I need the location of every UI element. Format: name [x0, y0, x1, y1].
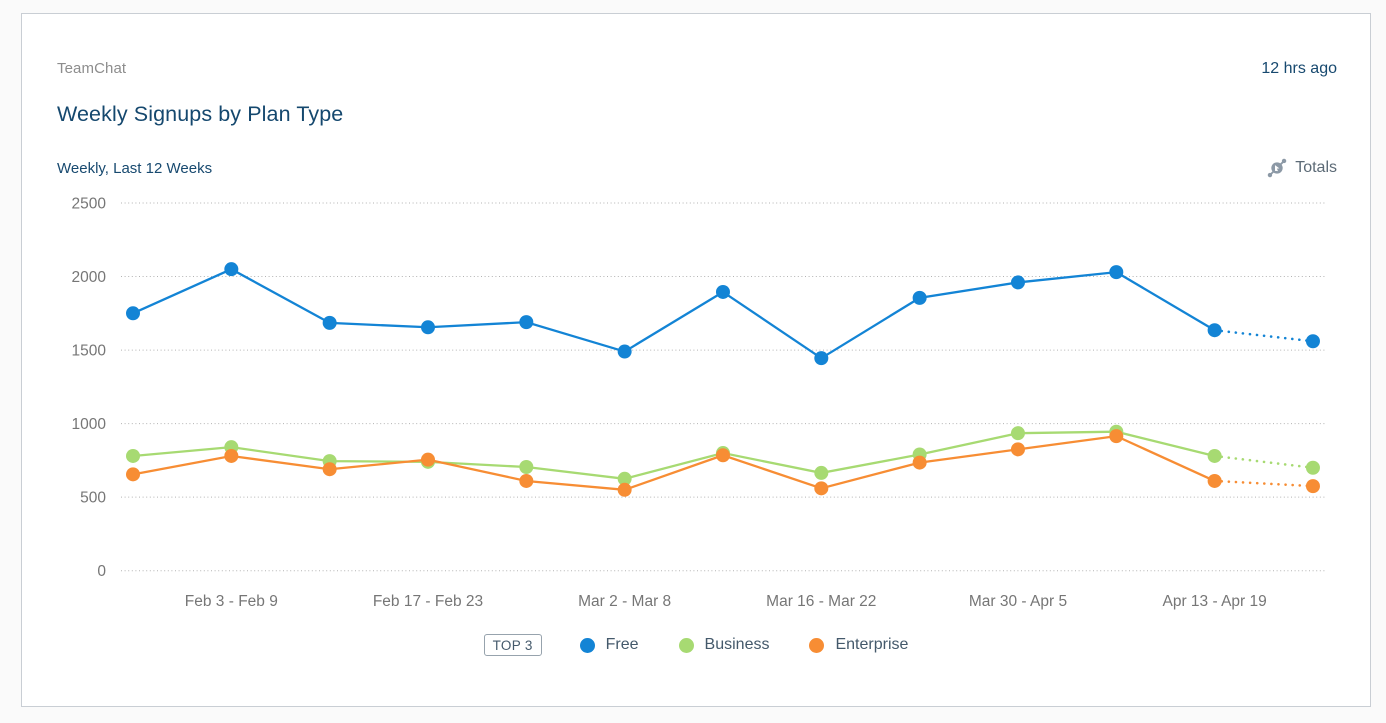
top3-badge: TOP 3 [484, 634, 542, 656]
data-point-business[interactable] [519, 460, 533, 474]
data-point-business[interactable] [1306, 461, 1320, 475]
legend-item-free[interactable]: Free [580, 636, 639, 654]
y-axis-tick-label: 2500 [72, 196, 107, 213]
data-point-business[interactable] [126, 449, 140, 463]
legend-label: Business [705, 636, 770, 654]
chart-legend: TOP 3 Free Business Enterprise [22, 634, 1370, 656]
legend-dot-icon [580, 638, 595, 653]
data-point-business[interactable] [814, 466, 828, 480]
x-axis-tick-label: Mar 30 - Apr 5 [969, 593, 1067, 610]
legend-items: Free Business Enterprise [580, 636, 909, 654]
series-forecast-segment-business [1215, 456, 1313, 468]
app-name: TeamChat [57, 60, 126, 77]
data-point-enterprise[interactable] [716, 448, 730, 462]
data-point-enterprise[interactable] [618, 483, 632, 497]
data-point-free[interactable] [224, 262, 238, 276]
data-point-enterprise[interactable] [1011, 442, 1025, 456]
data-point-free[interactable] [519, 315, 533, 329]
totals-toggle-button[interactable]: Totals [1266, 157, 1337, 179]
data-point-enterprise[interactable] [224, 449, 238, 463]
y-axis-tick-label: 1000 [72, 416, 107, 433]
slider-diagonal-icon [1266, 157, 1288, 179]
data-point-free[interactable] [913, 291, 927, 305]
data-point-enterprise[interactable] [126, 467, 140, 481]
x-axis-tick-label: Apr 13 - Apr 19 [1162, 593, 1266, 610]
data-point-enterprise[interactable] [519, 474, 533, 488]
legend-label: Enterprise [835, 636, 908, 654]
series-line-free [133, 269, 1215, 358]
data-point-free[interactable] [1306, 334, 1320, 348]
data-point-free[interactable] [1109, 265, 1123, 279]
y-axis-tick-label: 500 [80, 490, 106, 507]
x-axis-tick-label: Feb 3 - Feb 9 [185, 593, 278, 610]
data-point-enterprise[interactable] [421, 453, 435, 467]
data-point-enterprise[interactable] [1109, 429, 1123, 443]
data-point-enterprise[interactable] [814, 481, 828, 495]
chart-card: TeamChat 12 hrs ago Weekly Signups by Pl… [21, 13, 1371, 707]
totals-label: Totals [1295, 159, 1337, 177]
legend-label: Free [606, 636, 639, 654]
data-point-free[interactable] [716, 285, 730, 299]
page-title: Weekly Signups by Plan Type [22, 102, 1370, 127]
y-axis-tick-label: 0 [97, 563, 106, 580]
range-label: Weekly, Last 12 Weeks [57, 160, 212, 177]
data-point-business[interactable] [1208, 449, 1222, 463]
x-axis-tick-label: Mar 16 - Mar 22 [766, 593, 876, 610]
data-point-enterprise[interactable] [1306, 479, 1320, 493]
data-point-free[interactable] [618, 345, 632, 359]
data-point-free[interactable] [1208, 323, 1222, 337]
legend-dot-icon [809, 638, 824, 653]
legend-dot-icon [679, 638, 694, 653]
data-point-enterprise[interactable] [1208, 474, 1222, 488]
line-chart[interactable]: 0 500 1000 1500 2000 2500 Feb 3 - Feb 9 Feb 17 … [22, 189, 1372, 632]
x-axis-tick-label: Mar 2 - Mar 8 [578, 593, 671, 610]
data-point-free[interactable] [1011, 275, 1025, 289]
data-point-enterprise[interactable] [323, 462, 337, 476]
data-point-free[interactable] [814, 351, 828, 365]
data-point-free[interactable] [126, 306, 140, 320]
card-header: TeamChat 12 hrs ago [22, 60, 1370, 78]
series-forecast-segment-enterprise [1215, 481, 1313, 486]
data-point-free[interactable] [421, 320, 435, 334]
chart-subheader: Weekly, Last 12 Weeks Totals [22, 157, 1370, 179]
series-forecast-segment-free [1215, 330, 1313, 341]
page: { "header": { "app_name": "TeamChat", "u… [0, 0, 1386, 723]
x-axis-tick-label: Feb 17 - Feb 23 [373, 593, 483, 610]
data-point-business[interactable] [1011, 426, 1025, 440]
y-axis-tick-label: 1500 [72, 343, 107, 360]
series-line-enterprise [133, 436, 1215, 490]
data-point-free[interactable] [323, 316, 337, 330]
legend-item-business[interactable]: Business [679, 636, 770, 654]
data-point-enterprise[interactable] [913, 456, 927, 470]
last-updated: 12 hrs ago [1261, 60, 1337, 78]
legend-item-enterprise[interactable]: Enterprise [809, 636, 908, 654]
y-axis-tick-label: 2000 [72, 269, 107, 286]
